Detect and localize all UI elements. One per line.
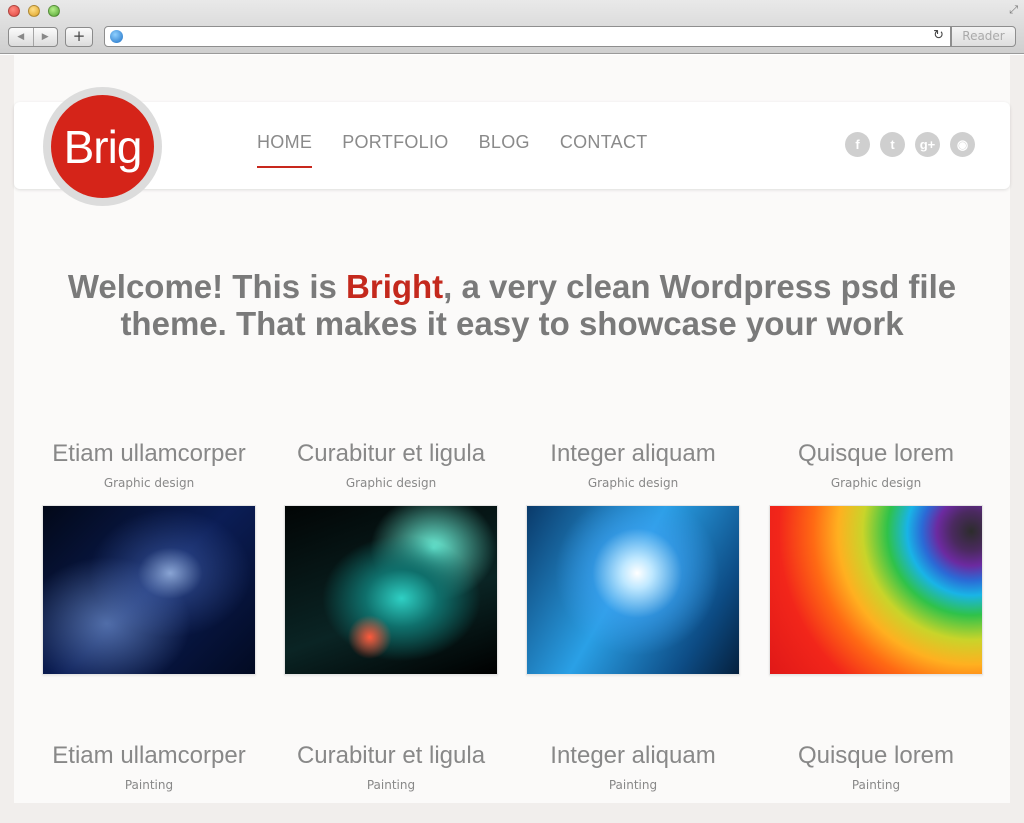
address-bar[interactable]: ↻ xyxy=(104,26,951,47)
welcome-headline: Welcome! This is Bright, a very clean Wo… xyxy=(60,268,964,342)
google-plus-icon[interactable]: g+ xyxy=(915,132,940,157)
portfolio-title[interactable]: Quisque lorem xyxy=(769,742,983,770)
portfolio-category: Painting xyxy=(124,778,174,792)
portfolio-title[interactable]: Quisque lorem xyxy=(769,440,983,468)
portfolio-title[interactable]: Etiam ullamcorper xyxy=(42,742,256,770)
portfolio-title[interactable]: Curabitur et ligula xyxy=(284,742,498,770)
minimize-window-button[interactable] xyxy=(28,5,40,17)
social-links: f t g+ ◉ xyxy=(845,132,975,157)
logo-text: Brig xyxy=(51,95,154,198)
close-window-button[interactable] xyxy=(8,5,20,17)
portfolio-item[interactable]: Integer aliquam Graphic design xyxy=(526,440,740,490)
portfolio-category: Painting xyxy=(608,778,658,792)
brand-name: Bright xyxy=(346,268,444,305)
portfolio-title[interactable]: Etiam ullamcorper xyxy=(42,440,256,468)
portfolio-category: Painting xyxy=(851,778,901,792)
portfolio-item[interactable]: Curabitur et ligula Painting xyxy=(284,742,498,792)
nav-home[interactable]: HOME xyxy=(257,132,313,168)
portfolio-thumbnail[interactable] xyxy=(284,505,498,675)
forward-button[interactable]: ▶ xyxy=(34,28,58,46)
nav-portfolio[interactable]: PORTFOLIO xyxy=(342,132,448,168)
portfolio-category: Graphic design xyxy=(587,476,679,490)
reader-button[interactable]: Reader xyxy=(951,26,1016,47)
site-logo[interactable]: Brig xyxy=(43,87,162,206)
welcome-text-start: Welcome! This is xyxy=(67,268,347,305)
add-bookmark-button[interactable]: + xyxy=(65,27,93,47)
browser-toolbar: ⤢ ◀ ▶ + ↻ Reader xyxy=(0,0,1024,54)
history-buttons: ◀ ▶ xyxy=(8,27,58,47)
facebook-icon[interactable]: f xyxy=(845,132,870,157)
reload-icon[interactable]: ↻ xyxy=(933,28,944,43)
window-controls xyxy=(8,5,60,17)
portfolio-item[interactable]: Etiam ullamcorper Painting xyxy=(42,742,256,792)
portfolio-item[interactable]: Quisque lorem Graphic design xyxy=(769,440,983,490)
portfolio-title[interactable]: Curabitur et ligula xyxy=(284,440,498,468)
nav-blog[interactable]: BLOG xyxy=(479,132,530,168)
portfolio-thumbnail[interactable] xyxy=(526,505,740,675)
back-button[interactable]: ◀ xyxy=(9,28,34,46)
portfolio-item[interactable]: Integer aliquam Painting xyxy=(526,742,740,792)
portfolio-item[interactable]: Etiam ullamcorper Graphic design xyxy=(42,440,256,490)
portfolio-category: Graphic design xyxy=(345,476,437,490)
portfolio-item[interactable]: Curabitur et ligula Graphic design xyxy=(284,440,498,490)
portfolio-category: Graphic design xyxy=(103,476,195,490)
globe-icon xyxy=(110,30,123,43)
portfolio-title[interactable]: Integer aliquam xyxy=(526,440,740,468)
portfolio-category: Painting xyxy=(366,778,416,792)
fullscreen-icon[interactable]: ⤢ xyxy=(1009,3,1018,17)
nav-contact[interactable]: CONTACT xyxy=(560,132,648,168)
main-nav: HOME PORTFOLIO BLOG CONTACT xyxy=(257,132,648,168)
zoom-window-button[interactable] xyxy=(48,5,60,17)
portfolio-item[interactable]: Quisque lorem Painting xyxy=(769,742,983,792)
portfolio-category: Graphic design xyxy=(830,476,922,490)
portfolio-thumbnail[interactable] xyxy=(769,505,983,675)
rss-icon[interactable]: ◉ xyxy=(950,132,975,157)
web-page: Brig HOME PORTFOLIO BLOG CONTACT f t g+ … xyxy=(0,55,1024,823)
portfolio-title[interactable]: Integer aliquam xyxy=(526,742,740,770)
portfolio-thumbnail[interactable] xyxy=(42,505,256,675)
twitter-icon[interactable]: t xyxy=(880,132,905,157)
